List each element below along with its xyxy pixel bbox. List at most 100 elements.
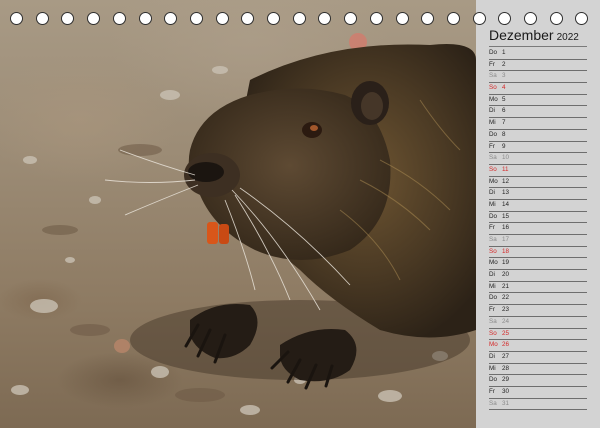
weekday-label: Do xyxy=(489,376,498,384)
day-number: 5 xyxy=(502,95,506,103)
day-row: Do 22 xyxy=(489,293,587,306)
weekday-label: So xyxy=(489,165,497,173)
weekday-label: Do xyxy=(489,49,498,56)
day-number: 31 xyxy=(502,399,510,407)
weekday-label: So xyxy=(489,329,497,337)
binding-hole xyxy=(189,12,203,25)
day-number: 25 xyxy=(502,329,510,337)
day-number: 14 xyxy=(502,200,510,208)
binding-hole xyxy=(10,12,23,25)
binding-hole xyxy=(112,12,126,25)
day-row: Sa 31 xyxy=(489,399,587,411)
weekday-label: Fr xyxy=(489,306,495,314)
day-row: Mo 19 xyxy=(489,258,587,271)
weekday-label: Sa xyxy=(489,72,497,80)
day-row: Mo 5 xyxy=(489,95,587,107)
day-number: 28 xyxy=(502,364,510,372)
weekday-label: Mi xyxy=(489,200,496,208)
binding-hole xyxy=(215,12,229,25)
binding-hole xyxy=(35,12,49,25)
weekday-label: Sa xyxy=(489,236,497,243)
day-row: Fr 16 xyxy=(489,223,587,235)
day-number: 2 xyxy=(502,60,506,68)
day-row: Mo 26 xyxy=(489,340,587,352)
weekday-label: Sa xyxy=(489,154,497,162)
day-number: 11 xyxy=(502,165,509,173)
weekday-label: Di xyxy=(489,107,495,115)
day-row: So 25 xyxy=(489,329,587,341)
day-row: Fr 30 xyxy=(489,387,587,399)
day-number: 15 xyxy=(502,212,510,220)
day-list: Do 1 Fr 2 Sa 3 So 4 Mo 5 Di 6 Mi 7 Do 8 Fr 9 Sa 10 So 11 Mo 12 D… xyxy=(489,48,587,411)
binding-hole xyxy=(241,12,255,25)
nutria-nose xyxy=(188,162,224,182)
weekday-label: Mi xyxy=(489,282,496,290)
binding-hole xyxy=(498,12,512,25)
weekday-label: Fr xyxy=(489,60,495,68)
day-number: 9 xyxy=(502,142,506,150)
weekday-label: Mo xyxy=(489,259,498,267)
day-row: So 18 xyxy=(489,247,587,259)
day-row: Do 15 xyxy=(489,212,587,224)
day-row: Di 27 xyxy=(489,352,587,364)
binding-hole xyxy=(472,12,486,25)
weekday-label: Mo xyxy=(489,95,498,103)
day-number: 23 xyxy=(502,306,510,314)
day-row: Di 13 xyxy=(489,188,587,200)
day-row: Fr 9 xyxy=(489,142,587,154)
day-number: 26 xyxy=(502,341,510,349)
day-row: Mo 12 xyxy=(489,177,587,189)
binding-hole xyxy=(395,12,409,25)
binding-hole xyxy=(138,12,152,25)
day-number: 1 xyxy=(502,49,506,56)
day-number: 4 xyxy=(502,84,506,92)
day-number: 30 xyxy=(502,387,510,395)
weekday-label: Fr xyxy=(489,387,495,395)
weekday-label: Mi xyxy=(489,119,496,127)
weekday-label: Do xyxy=(489,294,498,302)
day-number: 7 xyxy=(502,119,506,127)
weekday-label: Sa xyxy=(489,399,497,407)
day-number: 13 xyxy=(502,189,510,197)
day-number: 20 xyxy=(502,271,510,279)
weekday-label: Fr xyxy=(489,142,495,150)
binding-holes xyxy=(0,0,600,36)
day-row: So 11 xyxy=(489,165,587,177)
day-row: Fr 23 xyxy=(489,305,587,317)
day-row: Do 29 xyxy=(489,375,587,387)
weekday-label: Di xyxy=(489,352,495,360)
day-number: 22 xyxy=(502,294,510,302)
weekday-label: Mo xyxy=(489,177,498,185)
weekday-label: Mi xyxy=(489,364,496,372)
weekday-label: Do xyxy=(489,212,498,220)
day-number: 29 xyxy=(502,376,510,384)
weekday-label: Mo xyxy=(489,341,498,349)
day-number: 19 xyxy=(502,259,510,267)
day-row: Mi 14 xyxy=(489,200,587,212)
day-number: 24 xyxy=(502,317,510,325)
weekday-label: Sa xyxy=(489,317,497,325)
day-number: 12 xyxy=(502,177,510,185)
day-number: 18 xyxy=(502,247,510,255)
binding-hole xyxy=(549,12,563,25)
day-row: Mi 21 xyxy=(489,282,587,294)
weekday-label: Fr xyxy=(489,224,495,232)
weekday-label: Di xyxy=(489,271,495,279)
binding-hole xyxy=(421,12,435,25)
day-number: 21 xyxy=(502,282,510,290)
day-row: Mi 28 xyxy=(489,364,587,376)
day-number: 16 xyxy=(502,224,510,232)
day-number: 10 xyxy=(502,154,510,162)
day-number: 27 xyxy=(502,352,510,360)
binding-hole xyxy=(524,12,537,25)
weekday-label: So xyxy=(489,84,497,92)
binding-hole xyxy=(369,12,383,25)
day-number: 17 xyxy=(502,236,510,243)
day-row: Di 6 xyxy=(489,106,587,119)
binding-hole xyxy=(575,12,589,25)
title-divider xyxy=(489,46,587,47)
day-number: 6 xyxy=(502,107,506,115)
weekday-label: So xyxy=(489,247,497,255)
binding-hole xyxy=(292,12,306,25)
day-row: Sa 24 xyxy=(489,317,587,329)
